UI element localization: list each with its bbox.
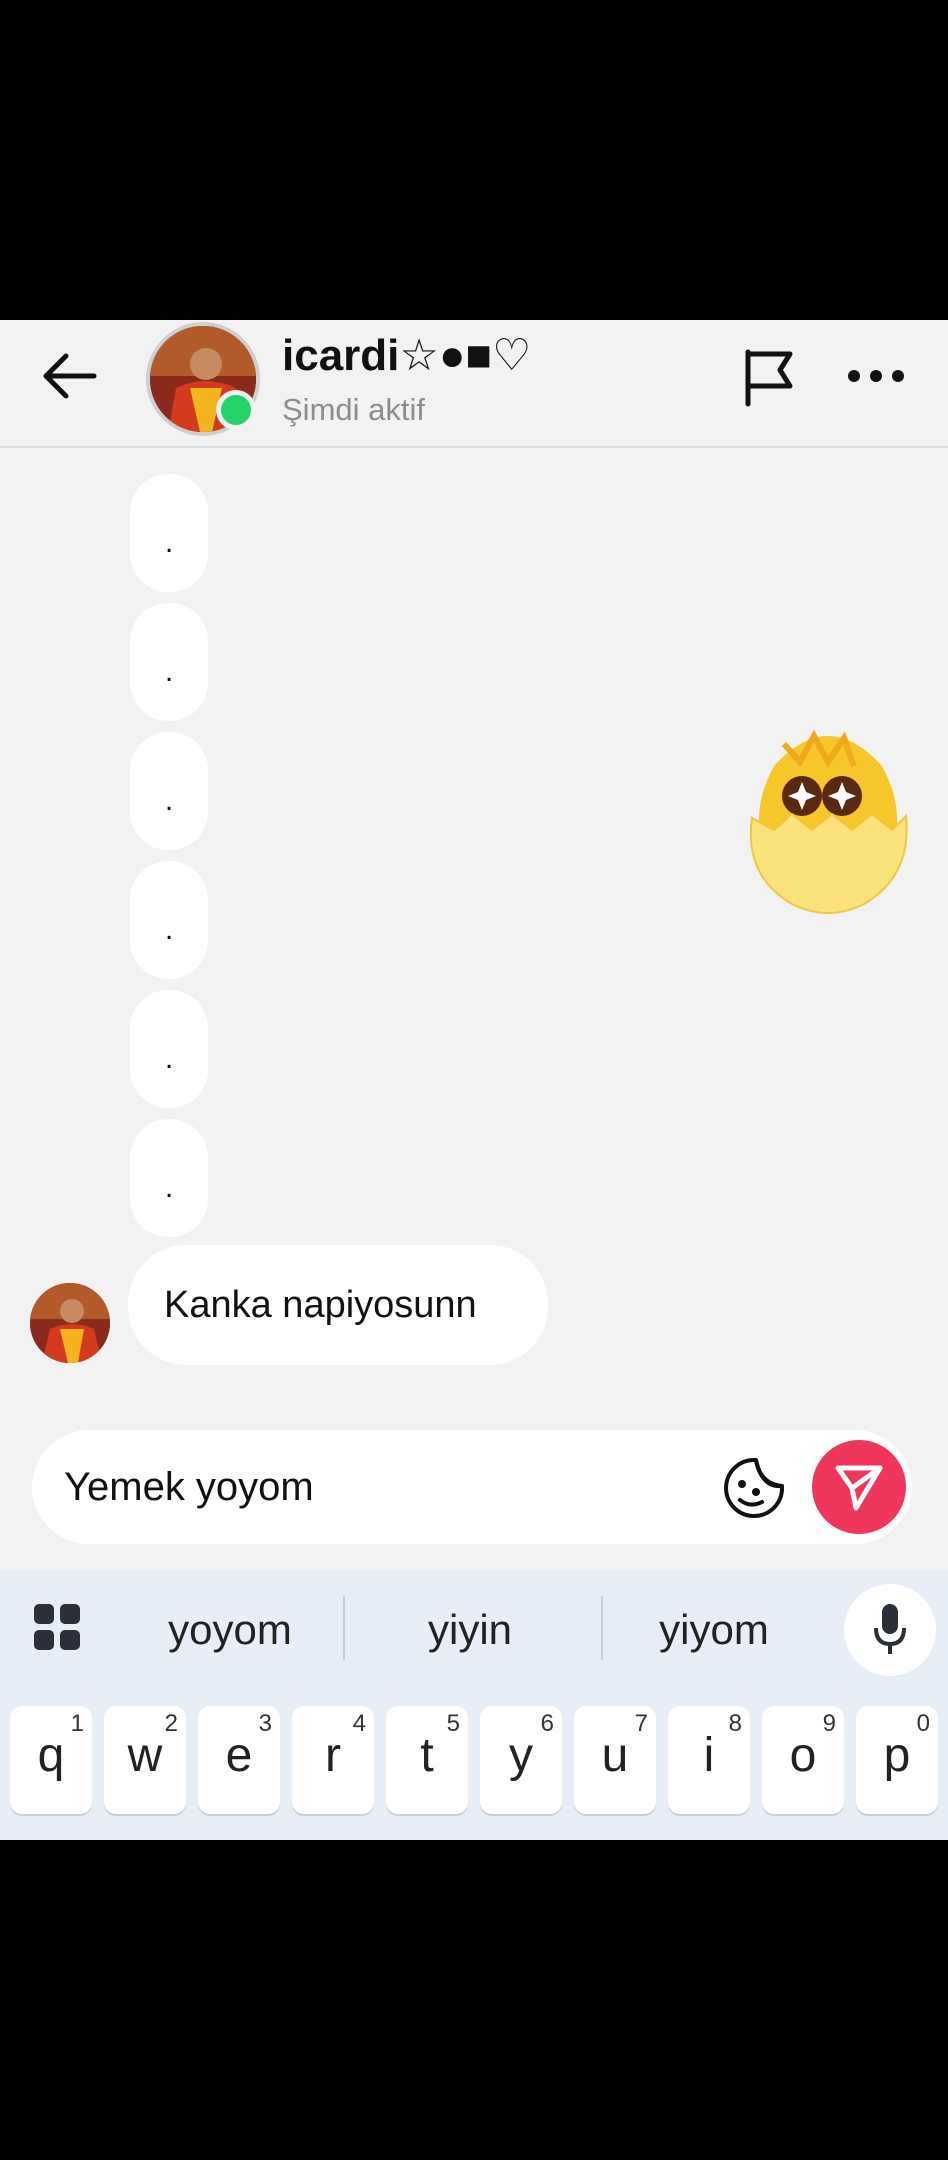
message-text: . <box>164 784 174 817</box>
key-letter: p <box>883 1729 911 1782</box>
key-letter: r <box>325 1729 341 1782</box>
grid-icon[interactable] <box>34 1604 82 1652</box>
key-i[interactable]: 8i <box>668 1706 750 1814</box>
contact-avatar[interactable] <box>140 322 268 438</box>
send-button[interactable] <box>812 1440 906 1534</box>
key-e[interactable]: 3e <box>198 1706 280 1814</box>
voice-input-button[interactable] <box>844 1584 936 1676</box>
key-letter: w <box>127 1729 163 1782</box>
message-text: . <box>164 1042 174 1075</box>
keyboard: yoyom yiyin yiyom 1q 2w 3e 4r 5t 6y 7u 8… <box>0 1570 948 1840</box>
message-text: . <box>164 655 174 688</box>
received-message[interactable]: Kanka napiyosunn <box>128 1245 548 1365</box>
message-bubble[interactable]: . <box>130 990 208 1108</box>
chat-header: icardi☆●■♡ Şimdi aktif <box>0 320 948 448</box>
message-composer[interactable]: Yemek yoyom <box>32 1430 912 1544</box>
key-w[interactable]: 2w <box>104 1706 186 1814</box>
key-letter: e <box>225 1729 253 1782</box>
suggestion-3[interactable]: yiyom <box>604 1590 824 1670</box>
message-text: . <box>164 526 174 559</box>
sender-avatar[interactable] <box>30 1283 110 1363</box>
microphone-icon <box>874 1604 906 1654</box>
suggestion-divider <box>343 1596 345 1660</box>
more-dots-icon[interactable] <box>846 368 906 384</box>
contact-name[interactable]: icardi☆●■♡ <box>282 330 531 381</box>
message-input[interactable]: Yemek yoyom <box>64 1430 314 1544</box>
key-letter: t <box>420 1729 434 1782</box>
key-o[interactable]: 9o <box>762 1706 844 1814</box>
message-bubble[interactable]: . <box>130 474 208 592</box>
key-letter: y <box>509 1729 533 1782</box>
message-text: . <box>164 913 174 946</box>
key-letter: q <box>37 1729 65 1782</box>
suggestion-divider <box>601 1596 603 1660</box>
key-letter: o <box>789 1729 817 1782</box>
key-letter: u <box>601 1729 629 1782</box>
suggestion-2[interactable]: yiyin <box>360 1590 580 1670</box>
key-q[interactable]: 1q <box>10 1706 92 1814</box>
message-bubble[interactable]: . <box>130 861 208 979</box>
key-r[interactable]: 4r <box>292 1706 374 1814</box>
message-bubble[interactable]: . <box>130 732 208 850</box>
key-u[interactable]: 7u <box>574 1706 656 1814</box>
message-text: . <box>164 1171 174 1204</box>
suggestion-1[interactable]: yoyom <box>120 1590 340 1670</box>
contact-status: Şimdi aktif <box>282 392 425 427</box>
send-icon <box>835 1465 883 1511</box>
key-t[interactable]: 5t <box>386 1706 468 1814</box>
chick-sticker[interactable] <box>744 726 912 916</box>
key-y[interactable]: 6y <box>480 1706 562 1814</box>
arrow-left-icon[interactable] <box>40 348 100 404</box>
online-status-dot <box>216 390 256 430</box>
sticker-icon[interactable] <box>722 1456 786 1520</box>
chat-screen: icardi☆●■♡ Şimdi aktif . . . . . . Kanka… <box>0 320 948 1840</box>
message-bubble[interactable]: . <box>130 603 208 721</box>
message-bubble[interactable]: . <box>130 1119 208 1237</box>
key-p[interactable]: 0p <box>856 1706 938 1814</box>
flag-icon[interactable] <box>740 346 800 410</box>
key-letter: i <box>703 1729 715 1782</box>
